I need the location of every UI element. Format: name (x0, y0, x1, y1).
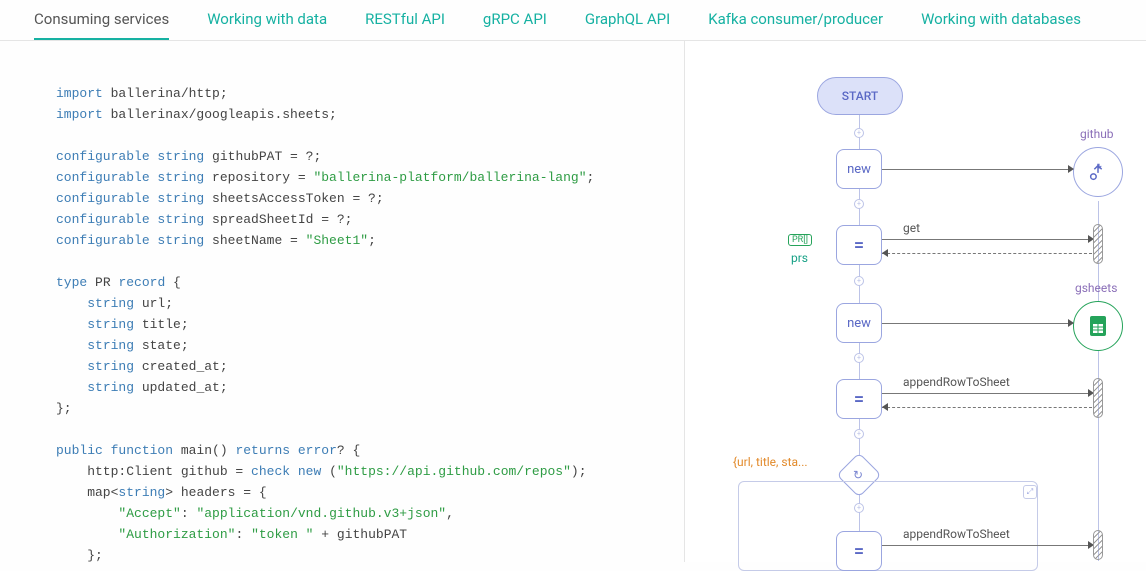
code-line: }; (56, 545, 648, 562)
cloud-sync-icon (1087, 161, 1109, 183)
lifeline-activation (1093, 224, 1103, 264)
code-line: string created_at; (56, 356, 648, 377)
code-line: configurable string sheetName = "Sheet1"… (56, 230, 648, 251)
loop-icon: ↻ (853, 468, 863, 482)
code-line: string state; (56, 335, 648, 356)
arrow-icon (1068, 165, 1074, 173)
github-label: github (1080, 127, 1114, 141)
gsheets-endpoint[interactable] (1073, 301, 1123, 351)
arrow-icon (882, 403, 888, 411)
tab-bar: Consuming services Working with data RES… (0, 0, 1146, 41)
main-content: import ballerina/http; import ballerinax… (0, 41, 1146, 562)
code-line: "Authorization": "token " + githubPAT (56, 524, 648, 545)
diagram-connector (882, 323, 1072, 324)
diagram-connector (882, 253, 1092, 254)
append-label: appendRowToSheet (903, 375, 1010, 389)
assign-node[interactable]: = (836, 379, 882, 419)
code-line: http:Client github = check new ("https:/… (56, 461, 648, 482)
diagram-connector (882, 393, 1092, 394)
tab-databases[interactable]: Working with databases (921, 6, 1081, 40)
plus-icon[interactable]: + (854, 353, 864, 363)
code-line (56, 251, 648, 272)
lifeline-activation (1093, 378, 1103, 418)
plus-icon[interactable]: + (854, 429, 864, 439)
code-line (56, 125, 648, 146)
tab-working-with-data[interactable]: Working with data (207, 6, 327, 40)
code-line: configurable string githubPAT = ?; (56, 146, 648, 167)
get-label: get (903, 221, 920, 235)
code-line: string url; (56, 293, 648, 314)
sheets-icon (1088, 315, 1108, 337)
tab-kafka[interactable]: Kafka consumer/producer (708, 6, 883, 40)
code-line: configurable string spreadSheetId = ?; (56, 209, 648, 230)
new-node[interactable]: new (836, 303, 882, 343)
code-pane: import ballerina/http; import ballerinax… (0, 41, 685, 562)
plus-icon[interactable]: + (854, 503, 864, 513)
code-line (56, 419, 648, 440)
code-line: }; (56, 398, 648, 419)
tab-grpc-api[interactable]: gRPC API (483, 6, 547, 40)
diagram-connector (882, 169, 1072, 170)
tab-restful-api[interactable]: RESTful API (365, 6, 445, 40)
code-line: import ballerina/http; (56, 83, 648, 104)
code-line: configurable string repository = "baller… (56, 167, 648, 188)
start-node[interactable]: START (817, 77, 903, 115)
tab-graphql-api[interactable]: GraphQL API (585, 6, 670, 40)
arrow-icon (1068, 319, 1074, 327)
diagram-pane: START + new + github PR[] prs = get + gs… (685, 41, 1146, 562)
code-line: public function main() returns error? { (56, 440, 648, 461)
new-node[interactable]: new (836, 149, 882, 189)
lifeline-activation (1093, 530, 1103, 560)
code-line: map<string> headers = { (56, 482, 648, 503)
plus-icon[interactable]: + (854, 276, 864, 286)
prs-type-badge: PR[] (788, 234, 812, 246)
code-line: "Accept": "application/vnd.github.v3+jso… (56, 503, 648, 524)
code-line: string title; (56, 314, 648, 335)
code-line: import ballerinax/googleapis.sheets; (56, 104, 648, 125)
plus-icon[interactable]: + (854, 128, 864, 138)
github-endpoint[interactable] (1073, 147, 1123, 197)
loop-var-label: {url, title, sta... (733, 455, 808, 469)
diagram-connector (882, 407, 1092, 408)
expand-icon[interactable]: ⤢ (1023, 485, 1037, 499)
code-line: string updated_at; (56, 377, 648, 398)
plus-icon[interactable]: + (854, 199, 864, 209)
prs-label: prs (791, 251, 808, 265)
loop-body (738, 481, 1038, 571)
assign-node[interactable]: = (836, 225, 882, 265)
code-line: configurable string sheetsAccessToken = … (56, 188, 648, 209)
diagram-connector (882, 239, 1092, 240)
code-line: type PR record { (56, 272, 648, 293)
assign-node[interactable]: = (836, 531, 882, 571)
gsheets-label: gsheets (1075, 281, 1117, 295)
arrow-icon (882, 249, 888, 257)
tab-consuming-services[interactable]: Consuming services (34, 6, 169, 40)
append-label: appendRowToSheet (903, 527, 1010, 541)
diagram-connector (882, 545, 1092, 546)
